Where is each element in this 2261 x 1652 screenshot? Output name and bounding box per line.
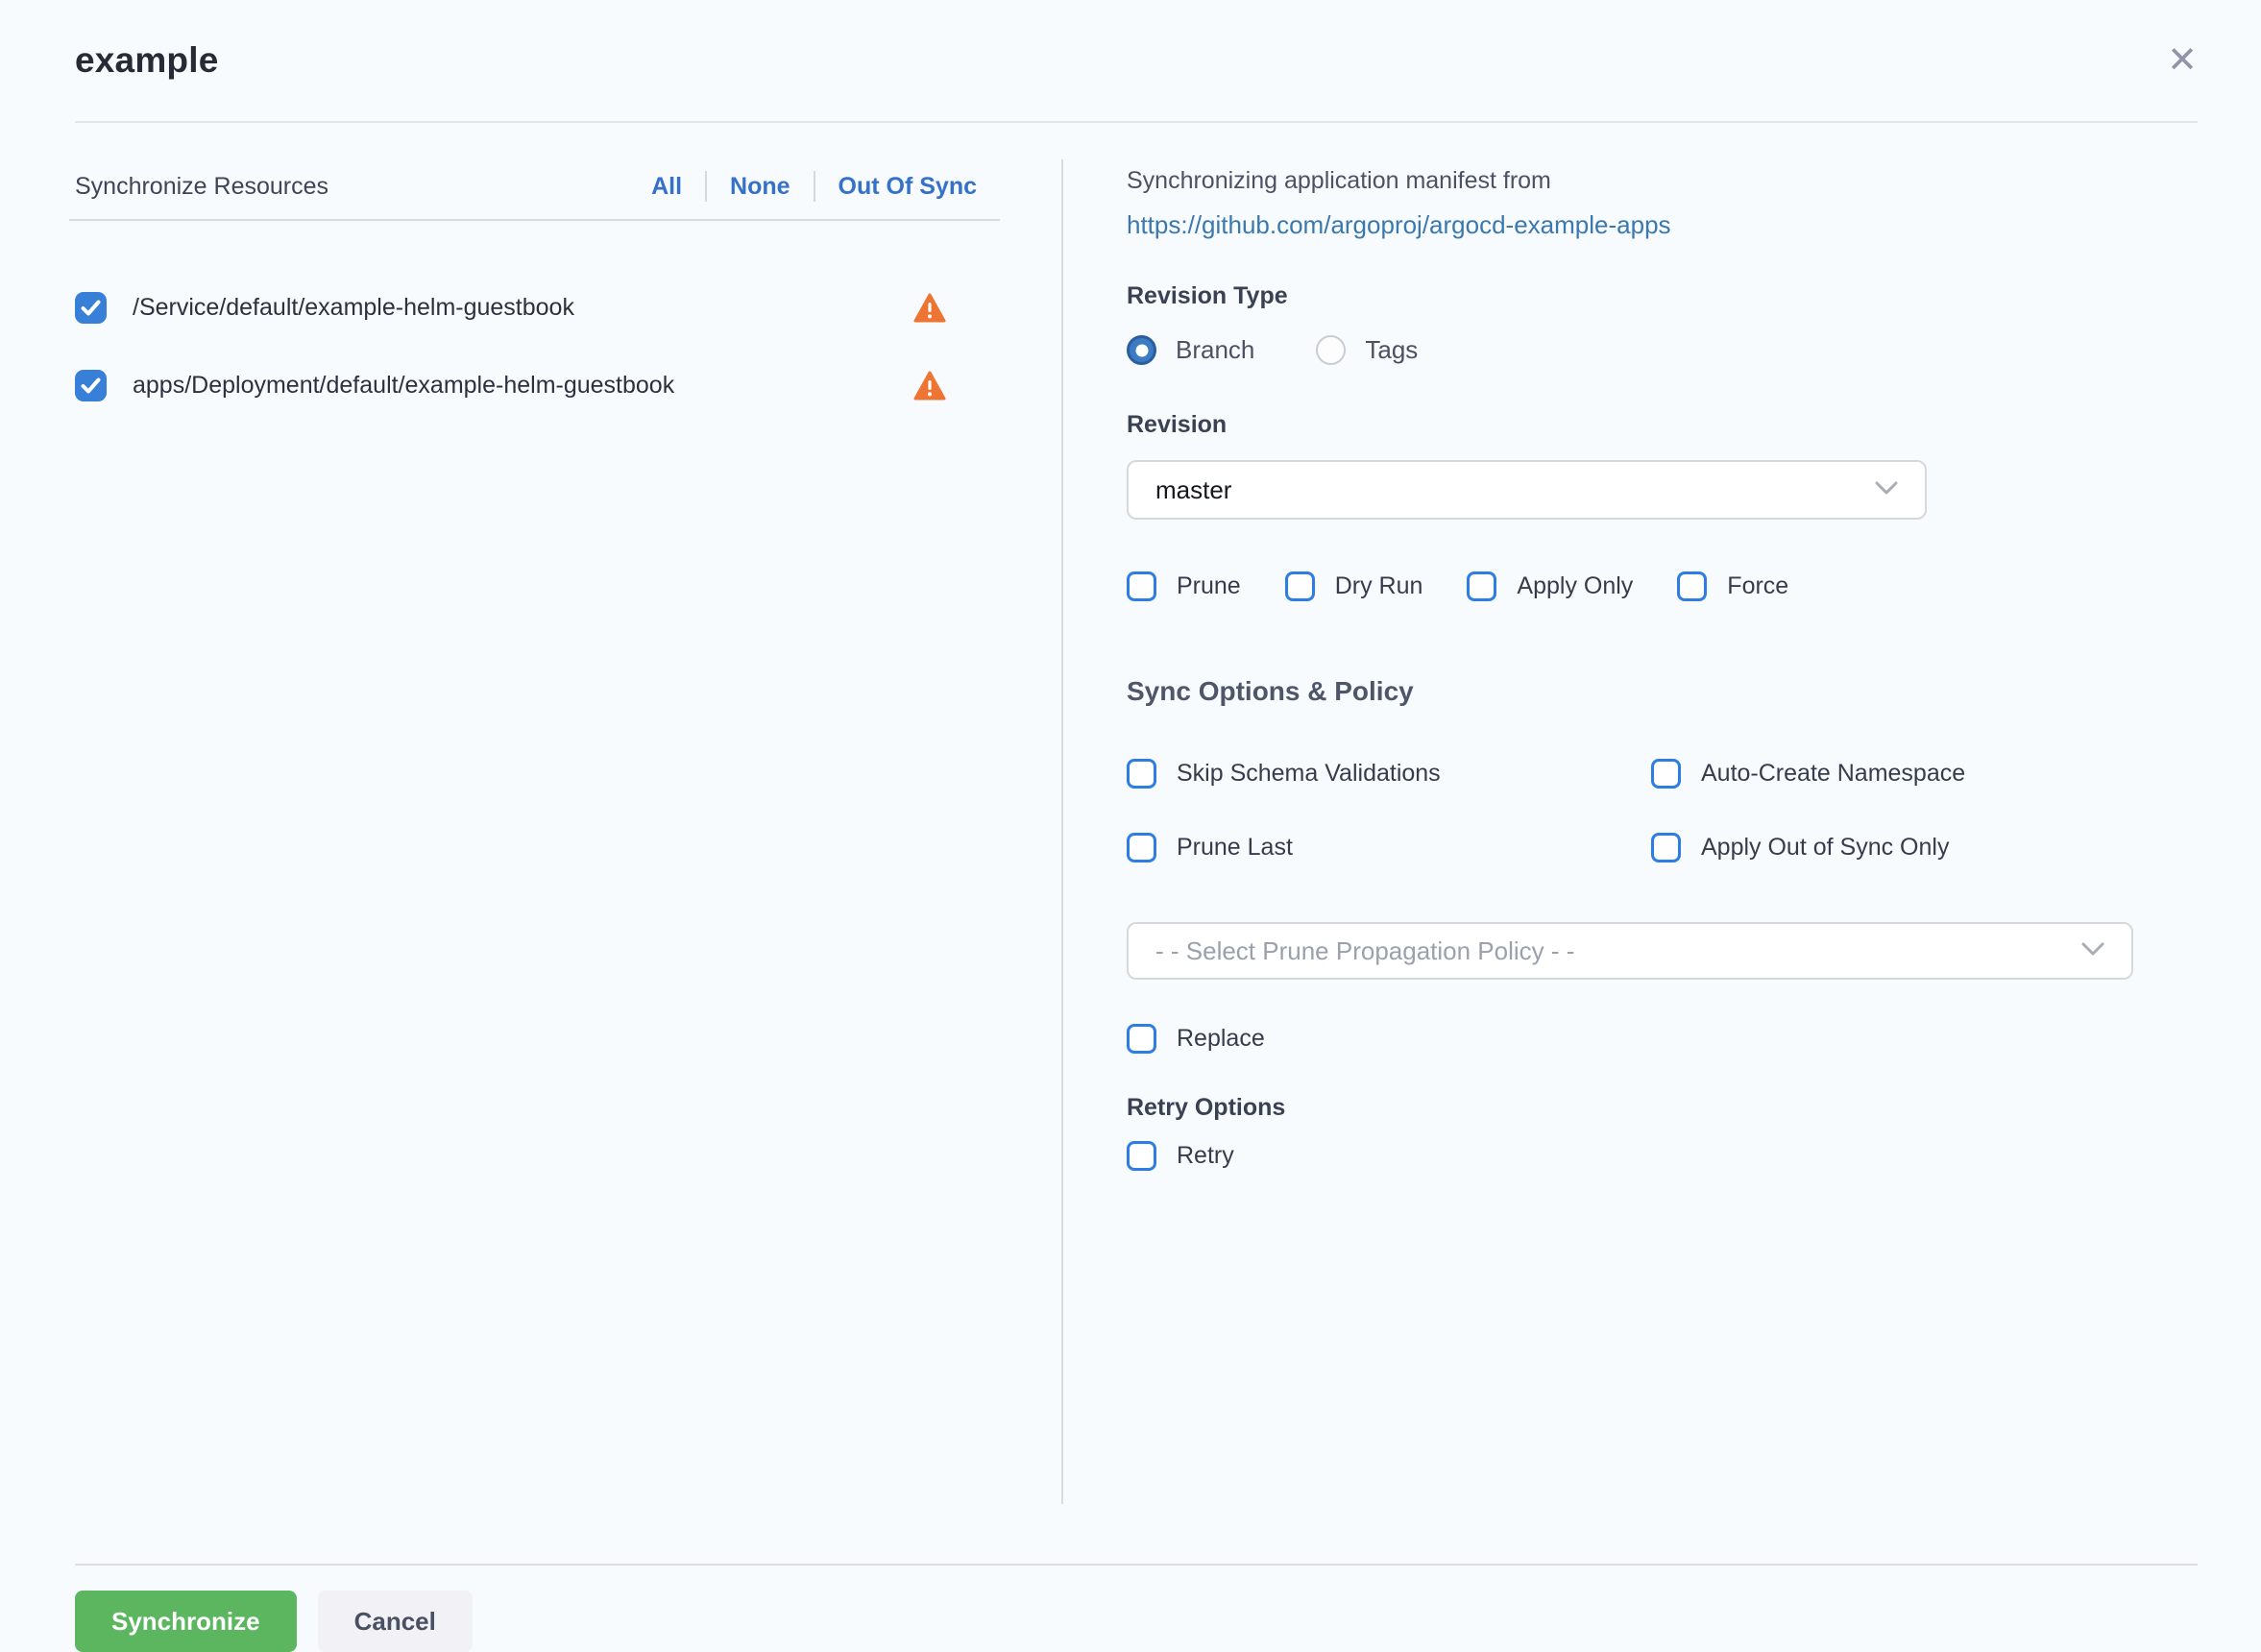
checkbox-retry[interactable]: Retry [1127,1141,2198,1171]
checkbox-apply-out-of-sync-only[interactable]: Apply Out of Sync Only [1651,833,2198,862]
radio-branch[interactable]: Branch [1127,335,1254,365]
checkbox-icon [1127,833,1156,862]
manifest-source-label: Synchronizing application manifest from [1127,167,2198,195]
sync-panel: example ✕ Synchronize Resources All None… [0,0,2261,1652]
synchronize-button[interactable]: Synchronize [75,1591,297,1652]
checkbox-prune-last[interactable]: Prune Last [1127,833,1651,862]
filter-all[interactable]: All [628,173,705,201]
checkbox-force[interactable]: Force [1677,571,1788,601]
filter-out-of-sync[interactable]: Out Of Sync [815,173,1000,201]
checkbox-icon [1467,571,1496,601]
synchronize-resources-label: Synchronize Resources [75,173,628,201]
retry-options-heading: Retry Options [1127,1094,2198,1122]
resources-column: Synchronize Resources All None Out Of Sy… [0,123,1061,1564]
panel-header: example ✕ [0,0,2261,121]
resource-row[interactable]: apps/Deployment/default/example-helm-gue… [75,370,1000,401]
checkbox-dry-run[interactable]: Dry Run [1285,571,1423,601]
radio-unselected-icon [1316,335,1346,365]
filter-none[interactable]: None [707,173,814,201]
checkbox-replace[interactable]: Replace [1127,1024,2198,1054]
resource-checkbox-checked [75,370,107,401]
panel-title: example [75,40,219,81]
resource-checkbox-checked [75,292,107,324]
resource-name: apps/Deployment/default/example-helm-gue… [133,372,674,400]
resources-divider [69,219,1000,221]
checkbox-icon [1127,759,1156,789]
revision-label: Revision [1127,411,2198,439]
warning-icon [913,371,946,401]
resource-row[interactable]: /Service/default/example-helm-guestbook [75,292,1000,324]
checkbox-auto-create-namespace[interactable]: Auto-Create Namespace [1651,759,2198,789]
checkbox-icon [1651,759,1681,789]
revision-value: master [1155,475,1231,505]
checkbox-icon [1677,571,1707,601]
prune-propagation-policy-select[interactable]: - - Select Prune Propagation Policy - - [1127,922,2133,980]
revision-type-label: Revision Type [1127,282,2198,310]
prune-policy-placeholder: - - Select Prune Propagation Policy - - [1155,936,1574,966]
checkbox-icon [1651,833,1681,862]
close-icon[interactable]: ✕ [2167,42,2198,79]
manifest-url-link[interactable]: https://github.com/argoproj/argocd-examp… [1127,210,1671,240]
resource-filters: All None Out Of Sync [628,171,1000,202]
resource-name: /Service/default/example-helm-guestbook [133,294,574,322]
footer-actions: Synchronize Cancel [0,1566,2261,1652]
checkbox-icon [1127,571,1156,601]
warning-icon [913,293,946,324]
checkbox-prune[interactable]: Prune [1127,571,1241,601]
sync-options-column: Synchronizing application manifest from … [1063,123,2261,1564]
chevron-down-icon [1875,481,1898,499]
sync-options-policy-heading: Sync Options & Policy [1127,676,2198,707]
checkbox-icon [1127,1141,1156,1171]
checkbox-icon [1127,1024,1156,1054]
checkbox-skip-schema-validations[interactable]: Skip Schema Validations [1127,759,1651,789]
cancel-button[interactable]: Cancel [318,1591,473,1652]
checkbox-icon [1285,571,1315,601]
chevron-down-icon [2081,942,2104,960]
revision-select[interactable]: master [1127,460,1927,520]
checkbox-apply-only[interactable]: Apply Only [1467,571,1633,601]
radio-selected-icon [1127,335,1156,365]
radio-tags[interactable]: Tags [1316,335,1418,365]
